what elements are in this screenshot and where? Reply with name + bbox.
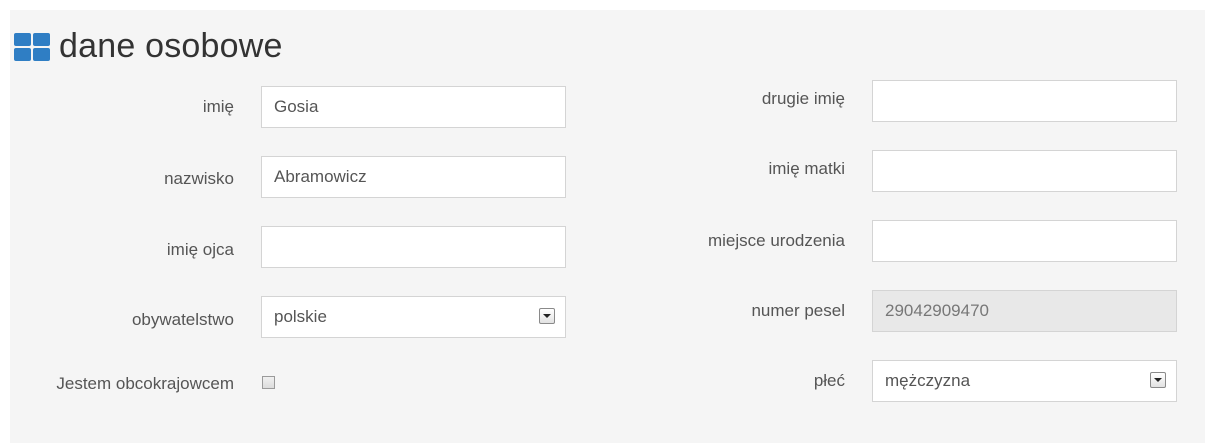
last-name-input[interactable]: Abramowicz: [261, 156, 566, 198]
citizenship-label: obywatelstwo: [131, 310, 234, 329]
chevron-down-icon[interactable]: [1150, 372, 1166, 388]
middle-name-input[interactable]: [872, 80, 1177, 122]
pesel-input: 29042909470: [872, 290, 1177, 332]
citizenship-select[interactable]: polskie: [261, 296, 566, 338]
birthplace-label: miejsce urodzenia: [707, 231, 845, 250]
mother-name-input[interactable]: [872, 150, 1177, 192]
father-name-label: imię ojca: [166, 240, 234, 259]
birthplace-input[interactable]: [872, 220, 1177, 262]
foreigner-checkbox-label: Jestem obcokrajowcem: [56, 374, 234, 393]
first-name-label: imię: [202, 97, 234, 116]
pesel-label: numer pesel: [751, 301, 845, 320]
gender-label: płeć: [813, 371, 845, 390]
citizenship-value: polskie: [274, 307, 327, 326]
first-name-input[interactable]: Gosia: [261, 86, 566, 128]
grid-icon: [14, 31, 51, 61]
mother-name-label: imię matki: [768, 159, 845, 178]
foreigner-checkbox[interactable]: [262, 376, 275, 389]
chevron-down-icon[interactable]: [539, 308, 555, 324]
father-name-input[interactable]: [261, 226, 566, 268]
gender-select[interactable]: mężczyzna: [872, 360, 1177, 402]
section-title: dane osobowe: [59, 27, 283, 65]
gender-value: mężczyzna: [885, 371, 971, 390]
last-name-label: nazwisko: [164, 169, 234, 188]
section-heading: dane osobowe: [14, 26, 283, 66]
middle-name-label: drugie imię: [761, 89, 845, 108]
